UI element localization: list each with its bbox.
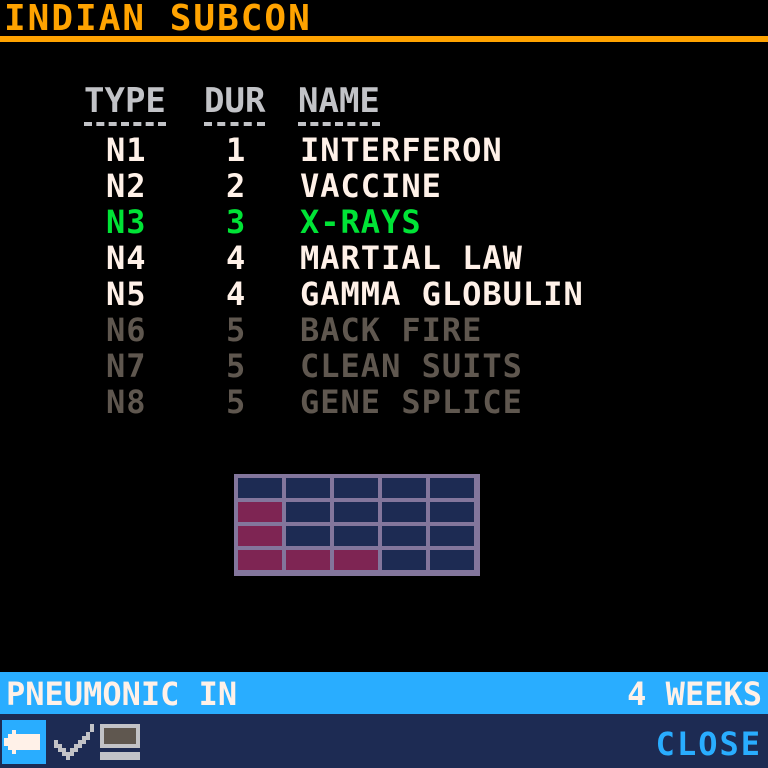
cure-dur: 5 — [226, 383, 247, 421]
confirm-button[interactable] — [52, 720, 96, 764]
cure-name: GENE SPLICE — [300, 383, 523, 421]
cure-row[interactable]: n3 3 X-RAYS — [0, 204, 768, 240]
back-arrow-icon — [4, 730, 40, 754]
title-divider — [0, 36, 768, 42]
grid-cell — [382, 478, 426, 498]
checkmark-icon — [54, 724, 94, 760]
status-text: PNEUMONIC IN — [6, 675, 238, 713]
cure-type: n5 — [106, 275, 147, 313]
cure-row[interactable]: n5 4 GAMMA GLOBULIN — [0, 276, 768, 312]
grid-cell — [238, 502, 282, 522]
grid-cell — [382, 526, 426, 546]
monitor-button[interactable] — [98, 720, 142, 764]
progress-grid — [234, 474, 480, 576]
cure-dur: 4 — [226, 275, 247, 313]
column-header-type: TYPE — [84, 82, 166, 126]
cure-row[interactable]: n1 1 INTERFERON — [0, 132, 768, 168]
cure-dur: 5 — [226, 347, 247, 385]
grid-cell — [334, 502, 378, 522]
grid-cell — [430, 550, 474, 570]
grid-cell — [286, 550, 330, 570]
grid-cell — [430, 526, 474, 546]
cure-type: n4 — [106, 239, 147, 277]
status-weeks: 4 WEEKS — [627, 675, 762, 713]
column-header-dur: DUR — [204, 82, 266, 126]
cure-name: GAMMA GLOBULIN — [300, 275, 584, 313]
cure-type: n8 — [106, 383, 147, 421]
cure-row[interactable]: n2 2 VACCINE — [0, 168, 768, 204]
cure-type: n6 — [106, 311, 147, 349]
cure-dur: 2 — [226, 167, 247, 205]
cure-name: X-RAYS — [300, 203, 422, 241]
grid-cell — [382, 502, 426, 522]
grid-cell — [334, 526, 378, 546]
cure-name: MARTIAL LAW — [300, 239, 523, 277]
grid-cell — [286, 526, 330, 546]
page-title: INDIAN SUBCON — [4, 0, 312, 39]
cure-type: n3 — [106, 203, 147, 241]
cure-name: INTERFERON — [300, 131, 503, 169]
cure-dur: 5 — [226, 311, 247, 349]
grid-cell — [238, 478, 282, 498]
monitor-icon — [100, 724, 140, 760]
cure-dur: 1 — [226, 131, 247, 169]
cure-type: n2 — [106, 167, 147, 205]
cure-name: BACK FIRE — [300, 311, 483, 349]
grid-cell — [238, 526, 282, 546]
back-button[interactable] — [2, 720, 46, 764]
grid-cell — [334, 478, 378, 498]
cure-row: n6 5 BACK FIRE — [0, 312, 768, 348]
cure-row[interactable]: n4 4 MARTIAL LAW — [0, 240, 768, 276]
grid-cell — [334, 550, 378, 570]
cure-type: n1 — [106, 131, 147, 169]
cure-row: n8 5 GENE SPLICE — [0, 384, 768, 420]
cure-name: CLEAN SUITS — [300, 347, 523, 385]
cure-dur: 3 — [226, 203, 247, 241]
grid-cell — [382, 550, 426, 570]
cure-type: n7 — [106, 347, 147, 385]
grid-cell — [286, 478, 330, 498]
grid-cell — [286, 502, 330, 522]
grid-cell — [430, 478, 474, 498]
cure-dur: 4 — [226, 239, 247, 277]
close-button[interactable]: CLOSE — [656, 722, 762, 766]
column-header-name: NAME — [298, 82, 380, 126]
grid-cell — [430, 502, 474, 522]
cure-row: n7 5 CLEAN SUITS — [0, 348, 768, 384]
toolbar: CLOSE — [0, 714, 768, 768]
status-bar: PNEUMONIC IN 4 WEEKS — [0, 672, 768, 714]
grid-cell — [238, 550, 282, 570]
cure-name: VACCINE — [300, 167, 442, 205]
